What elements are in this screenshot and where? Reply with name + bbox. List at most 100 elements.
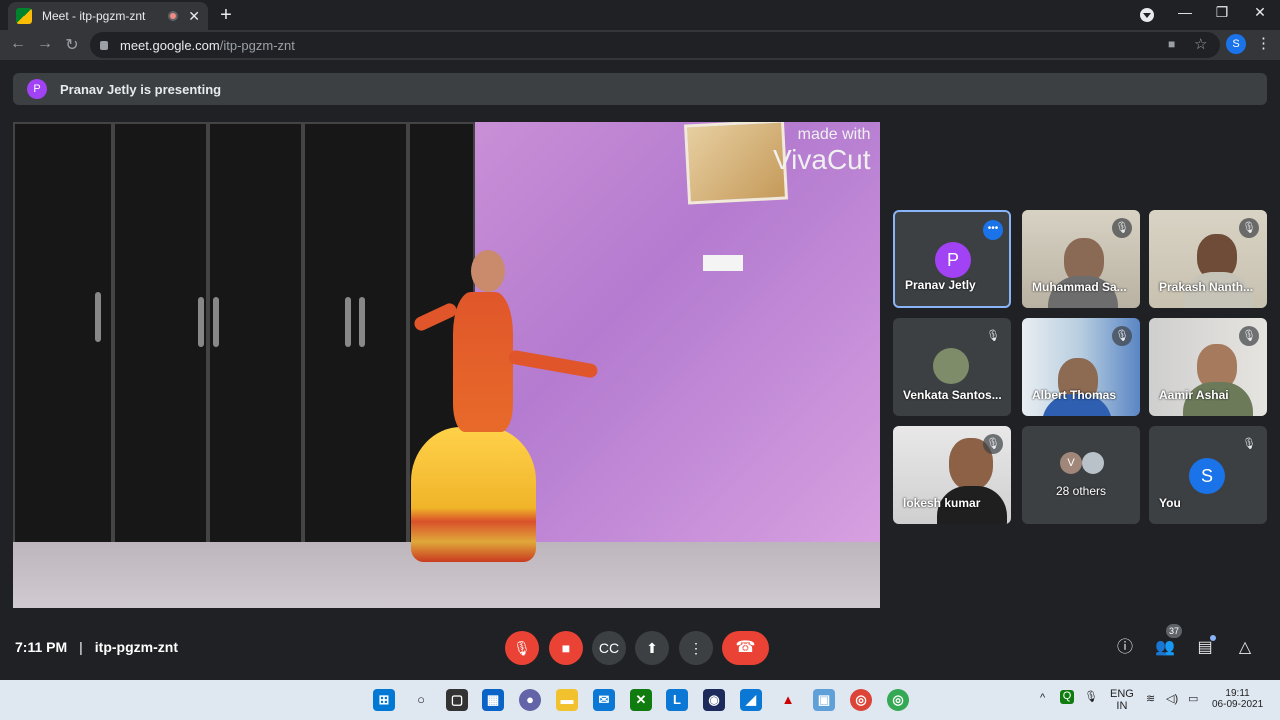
new-tab-button[interactable]: + <box>216 4 236 27</box>
participant-tile-albert[interactable]: 🎙 Albert Thomas <box>1022 318 1140 416</box>
participant-tile-you[interactable]: S 🎙 You <box>1149 426 1267 524</box>
meeting-time: 7:11 PM <box>15 639 68 655</box>
wifi-icon[interactable]: ≋ <box>1146 692 1155 705</box>
people-icon[interactable]: 👥 <box>1153 636 1177 660</box>
presentation-stage[interactable]: made with VivaCut <box>13 122 880 608</box>
dancer-head <box>471 250 505 292</box>
widgets-icon[interactable]: ▦ <box>482 689 504 711</box>
handle <box>95 292 101 342</box>
activities-icon[interactable]: △ <box>1233 636 1257 660</box>
tab-close-button[interactable]: ✕ <box>188 8 200 25</box>
azure-icon[interactable]: ◢ <box>740 689 762 711</box>
more-options-button[interactable]: ⋮ <box>679 631 713 665</box>
participant-count-badge: 37 <box>1166 624 1182 638</box>
participant-tile-prakash[interactable]: 🎙 Prakash Nanth... <box>1149 210 1267 308</box>
participant-avatar <box>933 348 969 384</box>
mic-off-icon: 🎙 <box>1112 326 1132 346</box>
language-code: ENG <box>1110 688 1134 700</box>
meeting-details-icon[interactable]: ⓘ <box>1113 636 1137 660</box>
end-call-button[interactable]: ☎ <box>722 631 769 665</box>
forward-arrow-icon[interactable]: → <box>35 35 55 53</box>
present-button[interactable]: ⬆ <box>635 631 669 665</box>
captions-button[interactable]: CC <box>592 631 626 665</box>
separator: | <box>79 639 83 655</box>
browser-tab-bar: Meet - itp-pgzm-znt ✕ + — ❐ ✕ <box>0 0 1280 30</box>
handle <box>198 297 204 347</box>
clock-time: 19:11 <box>1225 688 1250 699</box>
minimize-button[interactable]: — <box>1170 4 1200 20</box>
l-app-icon[interactable]: L <box>666 689 688 711</box>
presenter-avatar: P <box>27 79 47 99</box>
others-count: 28 others <box>1055 484 1107 498</box>
mic-off-icon: 🎙 <box>1239 218 1259 238</box>
participant-tile-muhammad[interactable]: 🎙 Muhammad Sa... <box>1022 210 1140 308</box>
chrome-icon[interactable]: ◎ <box>850 689 872 711</box>
camera-in-use-icon[interactable]: ■ <box>1168 37 1175 51</box>
url-host: meet.google.com <box>120 37 220 53</box>
participant-tile-others[interactable]: V 28 others <box>1022 426 1140 524</box>
participant-name: Albert Thomas <box>1032 388 1117 402</box>
tab-title: Meet - itp-pgzm-znt <box>42 9 146 23</box>
url-bar[interactable]: meet.google.com/itp-pgzm-znt <box>90 32 1220 58</box>
tab-search-icon[interactable] <box>1140 8 1154 22</box>
lock-icon <box>100 40 108 50</box>
handle <box>345 297 351 347</box>
webex-icon[interactable]: ◉ <box>703 689 725 711</box>
participant-avatar: P <box>935 242 971 278</box>
mic-off-icon: 🎙 <box>983 326 1003 346</box>
clock[interactable]: 19:11 06-09-2021 <box>1212 688 1263 710</box>
watermark-line1: made with <box>797 126 871 143</box>
clock-date: 06-09-2021 <box>1212 699 1264 710</box>
acrobat-icon[interactable]: ▲ <box>777 689 799 711</box>
meeting-info: 7:11 PM | itp-pgzm-znt <box>15 639 178 655</box>
mail-icon[interactable]: ✉ <box>593 689 615 711</box>
handle <box>359 297 365 347</box>
file-explorer-icon[interactable]: ▬ <box>556 689 578 711</box>
watermark-line2: VivaCut <box>773 144 871 175</box>
dancer-top <box>453 292 513 432</box>
windows-start-icon[interactable]: ⊞ <box>373 689 395 711</box>
tray-app-icon[interactable]: Q <box>1060 690 1074 704</box>
speaking-indicator-icon: ••• <box>983 220 1003 240</box>
window-close-button[interactable]: ✕ <box>1245 4 1275 21</box>
task-view-icon[interactable]: ▢ <box>446 689 468 711</box>
wardrobe-panel <box>208 122 303 592</box>
bookmark-star-icon[interactable]: ☆ <box>1194 35 1207 53</box>
participant-tile-pranav[interactable]: P ••• Pranav Jetly <box>893 210 1011 308</box>
region-code: IN <box>1116 700 1128 712</box>
search-icon[interactable]: ○ <box>410 689 432 711</box>
mic-toggle-button[interactable]: 🎙 <box>505 631 539 665</box>
control-panel-icon[interactable]: ▣ <box>813 689 835 711</box>
participant-name: You <box>1159 496 1181 510</box>
profile-avatar[interactable]: S <box>1226 34 1246 54</box>
volume-icon[interactable]: ◁) <box>1166 692 1178 705</box>
participant-avatar: S <box>1189 458 1225 494</box>
battery-icon[interactable]: ▭ <box>1188 692 1198 705</box>
others-avatar-photo <box>1082 452 1104 474</box>
browser-menu-icon[interactable]: ⋮ <box>1256 34 1271 52</box>
participant-name: Pranav Jetly <box>905 278 976 292</box>
participant-tile-aamir[interactable]: 🎙 Aamir Ashai <box>1149 318 1267 416</box>
participant-tile-venkata[interactable]: 🎙 Venkata Santos... <box>893 318 1011 416</box>
reload-icon[interactable]: ↻ <box>62 35 82 55</box>
mic-off-icon: 🎙 <box>1239 434 1259 454</box>
chrome-profile-icon[interactable]: ◎ <box>887 689 909 711</box>
handle <box>213 297 219 347</box>
switchboard <box>703 255 743 271</box>
camera-toggle-button[interactable]: ■ <box>549 631 583 665</box>
back-arrow-icon[interactable]: ← <box>8 35 28 53</box>
participant-name: Prakash Nanth... <box>1159 280 1254 294</box>
tray-mic-icon[interactable]: 🎙 <box>1084 690 1098 703</box>
tray-chevron-icon[interactable]: ^ <box>1040 692 1045 704</box>
presenting-banner: P Pranav Jetly is presenting <box>13 73 1267 105</box>
browser-tab[interactable]: Meet - itp-pgzm-znt ✕ <box>8 2 208 30</box>
participant-name: lokesh kumar <box>903 496 981 510</box>
maximize-button[interactable]: ❐ <box>1207 4 1237 21</box>
participant-tile-lokesh[interactable]: 🎙 lokesh kumar <box>893 426 1011 524</box>
address-toolbar: ← → ↻ meet.google.com/itp-pgzm-znt ■ ☆ S… <box>0 30 1280 60</box>
xbox-icon[interactable]: ✕ <box>630 689 652 711</box>
vivacut-watermark: made with VivaCut <box>773 126 871 176</box>
teams-chat-icon[interactable]: ● <box>519 689 541 711</box>
language-indicator[interactable]: ENG IN <box>1110 688 1134 712</box>
mic-off-icon: 🎙 <box>1112 218 1132 238</box>
